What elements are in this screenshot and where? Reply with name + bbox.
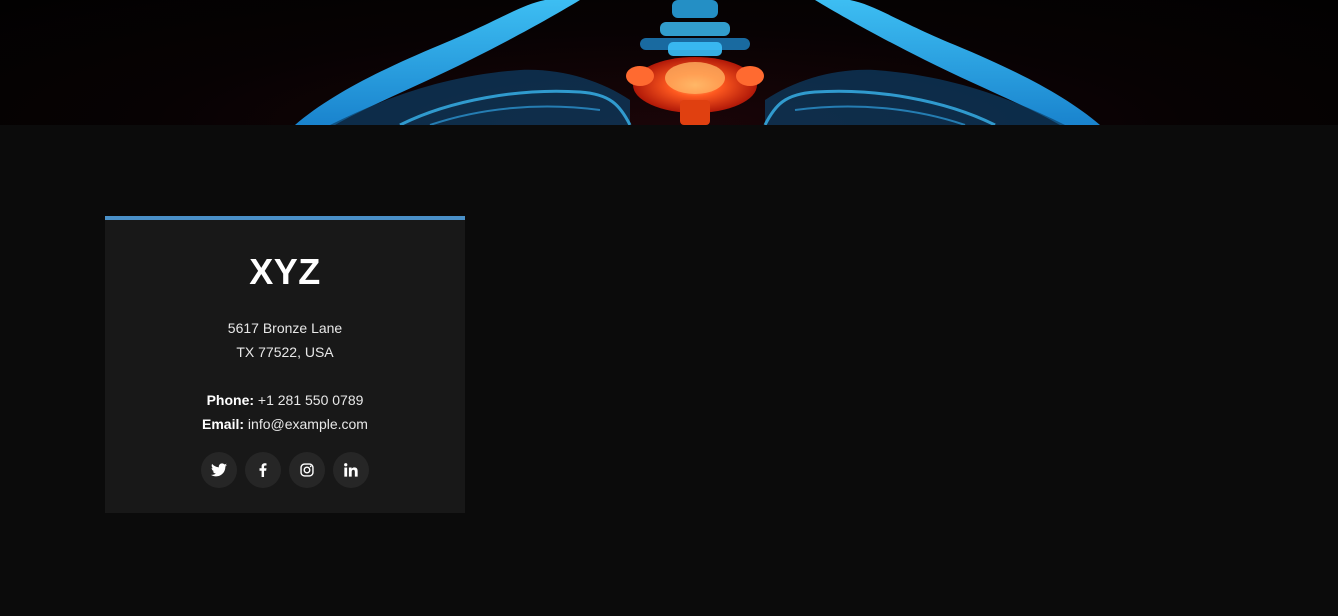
address-line-2: TX 77522, USA bbox=[236, 344, 334, 360]
company-name: XYZ bbox=[249, 251, 321, 292]
social-links bbox=[105, 452, 465, 488]
twitter-icon bbox=[211, 463, 227, 477]
facebook-icon bbox=[259, 463, 267, 477]
spine-xray-image bbox=[295, 0, 1100, 125]
email-value[interactable]: info@example.com bbox=[248, 416, 368, 432]
phone-row: Phone: +1 281 550 0789 bbox=[105, 388, 465, 412]
facebook-button[interactable] bbox=[245, 452, 281, 488]
instagram-icon bbox=[300, 463, 314, 477]
address-block: 5617 Bronze Lane TX 77522, USA bbox=[105, 316, 465, 364]
linkedin-button[interactable] bbox=[333, 452, 369, 488]
twitter-button[interactable] bbox=[201, 452, 237, 488]
address-line-1: 5617 Bronze Lane bbox=[227, 320, 343, 336]
email-label: Email: bbox=[202, 416, 245, 432]
contact-details: Phone: +1 281 550 0789 Email: info@examp… bbox=[105, 388, 465, 436]
instagram-button[interactable] bbox=[289, 452, 325, 488]
contact-card: XYZ 5617 Bronze Lane TX 77522, USA Phone… bbox=[105, 216, 465, 513]
phone-value[interactable]: +1 281 550 0789 bbox=[258, 392, 364, 408]
hero-image bbox=[0, 0, 1338, 125]
phone-label: Phone: bbox=[206, 392, 255, 408]
email-row: Email: info@example.com bbox=[105, 412, 465, 436]
linkedin-icon bbox=[344, 463, 358, 477]
